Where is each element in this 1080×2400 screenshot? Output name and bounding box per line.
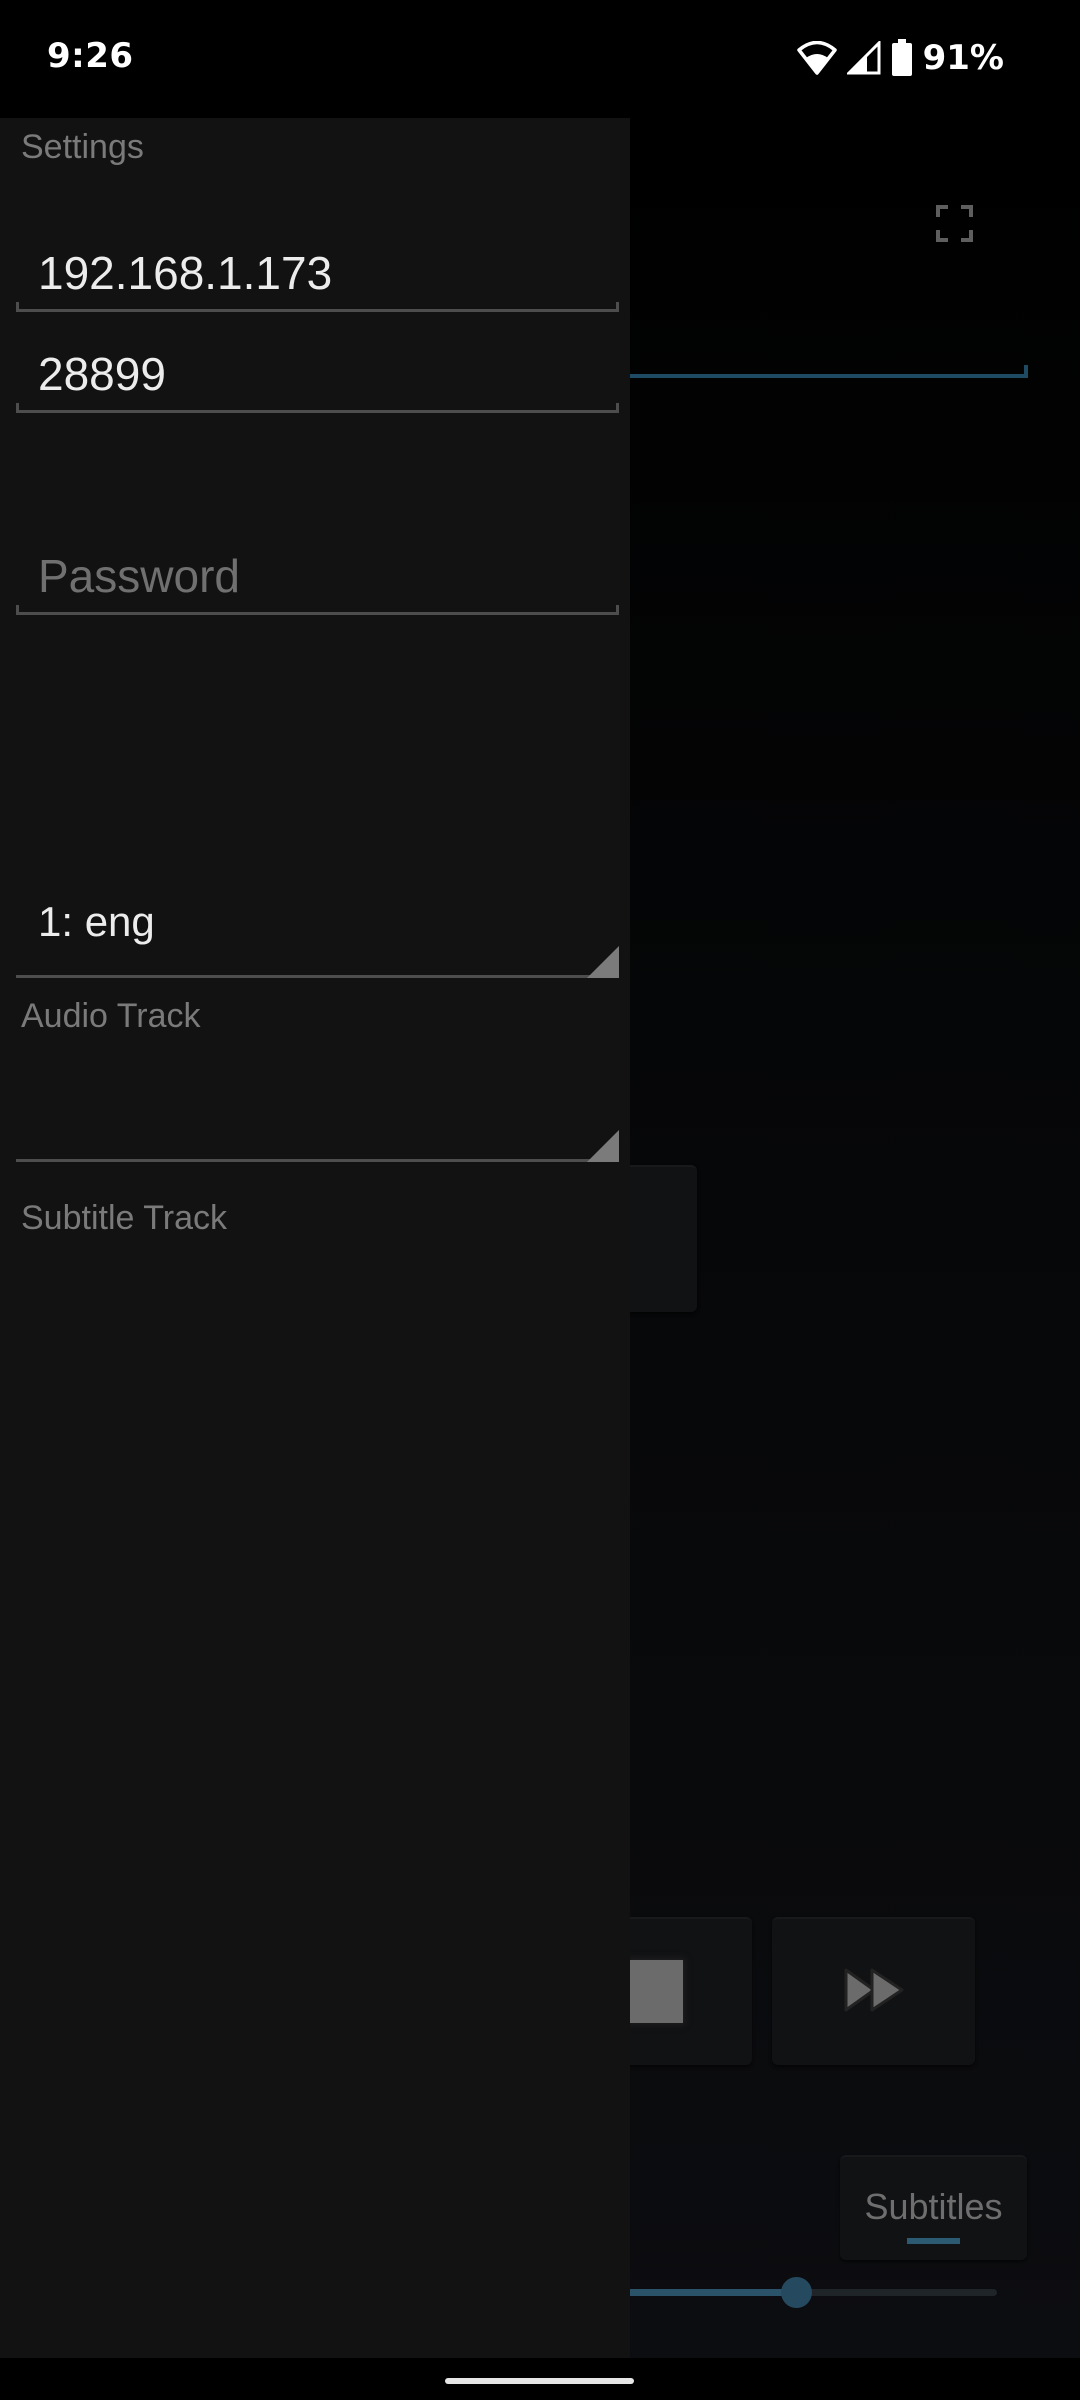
wifi-icon <box>796 41 837 75</box>
stop-icon <box>630 1960 683 2023</box>
status-bar: 9:26 91% <box>0 0 1080 118</box>
password-input[interactable] <box>38 549 608 603</box>
password-underline <box>16 605 619 615</box>
battery-percent: 91% <box>922 38 1004 78</box>
subtitle-track-underline <box>16 1159 619 1162</box>
cellular-signal-icon <box>846 41 881 75</box>
status-time: 9:26 <box>47 36 134 76</box>
url-field-underline <box>630 365 1028 378</box>
subtitle-track-label: Subtitle Track <box>21 1199 227 1237</box>
subtitles-indicator <box>907 2238 960 2244</box>
subtitle-track-spinner[interactable] <box>16 1062 619 1162</box>
port-underline <box>16 403 619 413</box>
navigation-bar <box>0 2358 1080 2400</box>
audio-track-underline <box>16 975 619 978</box>
status-icons: 91% <box>796 36 1004 80</box>
password-field[interactable] <box>16 535 619 615</box>
port-input[interactable] <box>38 347 608 401</box>
dropdown-arrow-icon <box>587 1130 619 1162</box>
home-handle[interactable] <box>445 2378 634 2384</box>
dropdown-arrow-icon <box>587 946 619 978</box>
fullscreen-icon[interactable] <box>936 205 973 242</box>
drawer-title: Settings <box>21 128 144 166</box>
settings-drawer: Settings 1: eng Audio Track Subtitle Tra… <box>0 118 630 2358</box>
fast-forward-button[interactable] <box>772 1917 975 2065</box>
audio-track-value: 1: eng <box>38 898 155 945</box>
battery-icon <box>891 39 912 76</box>
port-field[interactable] <box>16 333 619 413</box>
subtitles-label: Subtitles <box>864 2186 1003 2227</box>
audio-track-spinner[interactable]: 1: eng <box>16 878 619 978</box>
fast-forward-icon <box>844 1968 904 2012</box>
seekbar-thumb[interactable] <box>781 2277 812 2308</box>
audio-track-label: Audio Track <box>21 997 201 1035</box>
subtitles-button[interactable]: Subtitles <box>840 2155 1027 2260</box>
host-underline <box>16 302 619 312</box>
host-input[interactable] <box>38 246 608 300</box>
host-field[interactable] <box>16 232 619 312</box>
